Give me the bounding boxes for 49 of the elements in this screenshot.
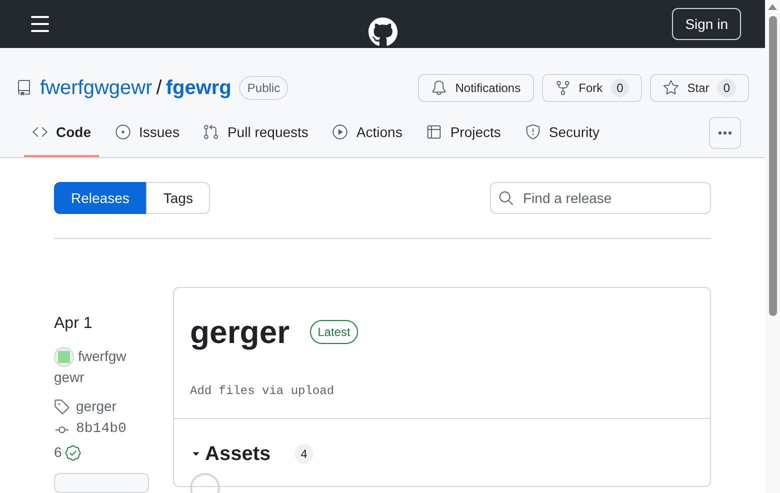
issue-icon (115, 124, 131, 140)
count-label: 0 (717, 78, 736, 96)
nav-tab[interactable]: Projects (418, 109, 509, 157)
scroll-up-arrow-icon[interactable] (768, 4, 777, 10)
visibility-label: Public (239, 76, 288, 100)
tag-icon (54, 398, 70, 414)
scrollbar[interactable] (765, 0, 780, 493)
logo-icon[interactable] (368, 17, 398, 47)
subnav-tab[interactable]: Releases (54, 182, 146, 214)
play-icon (332, 124, 348, 140)
sign-in-button[interactable]: Sign in (672, 8, 741, 40)
code-icon (32, 124, 48, 140)
notifications-button[interactable]: Notifications (418, 74, 534, 102)
owner-link[interactable]: fwerfgwgewr (40, 72, 152, 102)
pull-request-icon (203, 124, 220, 140)
tag-link[interactable]: gerger (76, 396, 116, 417)
repo-icon (16, 80, 32, 96)
subnav-tab[interactable]: Tags (146, 182, 210, 214)
release-description: Add files via upload (190, 383, 336, 400)
nav-tab[interactable]: Issues (107, 109, 188, 157)
star-button[interactable]: Star 0 (650, 74, 749, 102)
nav-tab[interactable]: Security (516, 109, 608, 157)
release-title[interactable]: gerger (190, 308, 290, 356)
assets-count: 4 (294, 444, 314, 464)
author-link[interactable]: fwerfgw gewr (54, 346, 134, 388)
scrollbar-thumb[interactable] (768, 16, 776, 316)
more-button[interactable] (709, 117, 741, 149)
bell-icon (431, 80, 448, 96)
commit-link[interactable]: 8b14b0 (76, 419, 126, 440)
fork-icon (554, 80, 571, 96)
star-icon (663, 80, 680, 96)
kebab-icon (718, 131, 732, 135)
assets-heading[interactable]: Assets (205, 439, 271, 469)
verified-icon (64, 444, 81, 460)
search-field[interactable]: Find a release (490, 182, 711, 214)
nav-tab[interactable]: Code (24, 109, 99, 157)
path-separator: / (156, 76, 162, 100)
shield-icon (524, 124, 541, 140)
fork-button[interactable]: Fork 0 (542, 74, 642, 102)
nav-tab[interactable]: Pull requests (195, 109, 316, 157)
avatar-icon (54, 347, 74, 367)
nav-tab[interactable]: Actions (324, 109, 410, 157)
count-label: 0 (610, 78, 630, 96)
search-icon (498, 190, 514, 206)
latest-label: Latest (310, 320, 358, 344)
release-date: Apr 1 (54, 314, 94, 334)
table-icon (426, 124, 442, 140)
checks-count: 6 (54, 443, 62, 462)
repo-name-link[interactable]: fgewrg (166, 72, 232, 102)
